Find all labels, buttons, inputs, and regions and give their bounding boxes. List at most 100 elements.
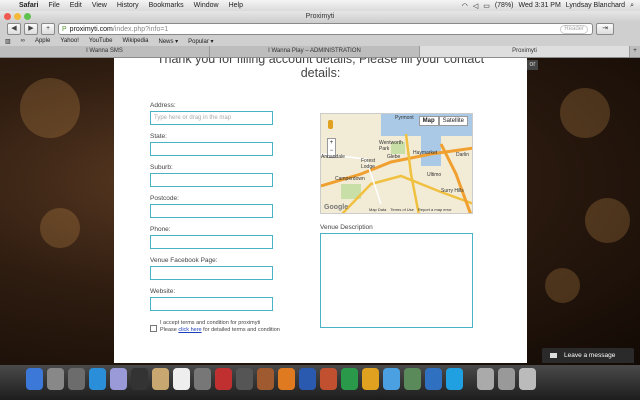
- map-label: Forest Lodge: [361, 158, 376, 170]
- calendar-icon[interactable]: [173, 368, 190, 390]
- downloader-icon[interactable]: [404, 368, 421, 390]
- tab-proximyti[interactable]: Proximyti: [420, 46, 630, 57]
- reading-list-icon[interactable]: ∞: [16, 38, 30, 44]
- documents-folder-icon[interactable]: [498, 368, 515, 390]
- venue-description-textarea[interactable]: [320, 233, 473, 328]
- map-type-map-button[interactable]: Map: [418, 116, 439, 126]
- itunes-icon[interactable]: [446, 368, 463, 390]
- menu-view[interactable]: View: [87, 2, 112, 9]
- mail-app-icon[interactable]: [110, 368, 127, 390]
- safari-icon[interactable]: [89, 368, 106, 390]
- launchpad-icon[interactable]: [47, 368, 64, 390]
- terms-details-text: Please click here for detailed terms and…: [160, 327, 280, 334]
- facebook-label: Venue Facebook Page:: [150, 257, 218, 264]
- terms-of-use-link[interactable]: Terms of Use: [390, 207, 414, 212]
- bookmark-youtube[interactable]: YouTube: [84, 38, 118, 44]
- google-logo: Google: [324, 204, 349, 211]
- accept-terms-checkbox[interactable]: [150, 325, 157, 332]
- map-data-link[interactable]: Map Data: [369, 207, 386, 212]
- contacts-icon[interactable]: [152, 368, 169, 390]
- outlook-icon[interactable]: [362, 368, 379, 390]
- address-input[interactable]: Type here or drag in the map: [150, 111, 273, 125]
- notes-icon[interactable]: [194, 368, 211, 390]
- spotlight-icon[interactable]: ⌕: [630, 2, 634, 10]
- trash-icon[interactable]: [519, 368, 536, 390]
- zoom-window-icon[interactable]: [24, 13, 31, 20]
- system-preferences-icon[interactable]: [68, 368, 85, 390]
- terms-suffix: for detailed terms and condition: [201, 327, 280, 333]
- iphoto-icon[interactable]: [257, 368, 274, 390]
- suburb-label: Suburb:: [150, 164, 173, 171]
- close-window-icon[interactable]: [4, 13, 11, 20]
- menu-app-safari[interactable]: Safari: [14, 2, 43, 9]
- facebook-input[interactable]: [150, 266, 273, 280]
- site-icon: P: [62, 25, 67, 33]
- minimize-window-icon[interactable]: [14, 13, 21, 20]
- report-map-error-link[interactable]: Report a map error: [418, 207, 452, 212]
- back-button[interactable]: ◀: [7, 23, 21, 35]
- help-icon[interactable]: [236, 368, 253, 390]
- chat-widget[interactable]: Leave a message: [542, 348, 634, 363]
- downloads-folder-icon[interactable]: [477, 368, 494, 390]
- forward-button[interactable]: ▶: [24, 23, 38, 35]
- new-tab-button[interactable]: +: [630, 46, 640, 57]
- map-label: Haymarket: [413, 150, 438, 156]
- map-label: Wentworth Park: [379, 140, 403, 152]
- bookmarks-icon[interactable]: ▥: [0, 38, 16, 45]
- menu-file[interactable]: File: [43, 2, 64, 9]
- street-view-pegman-icon[interactable]: [328, 120, 333, 129]
- app-store-icon[interactable]: [425, 368, 442, 390]
- menu-user[interactable]: Lyndsay Blanchard: [566, 2, 625, 9]
- powerpoint-icon[interactable]: [320, 368, 337, 390]
- battery-icon[interactable]: ▭: [483, 2, 490, 10]
- share-button[interactable]: ⇥: [596, 23, 614, 35]
- modal-close-button[interactable]: or: [527, 60, 538, 70]
- menu-window[interactable]: Window: [189, 2, 224, 9]
- website-input[interactable]: [150, 297, 273, 311]
- bookmark-apple[interactable]: Apple: [30, 38, 55, 44]
- menu-history[interactable]: History: [112, 2, 144, 9]
- tab-bar: I Wanna SMS I Wanna Play – ADMINISTRATIO…: [0, 46, 640, 58]
- photo-booth-icon[interactable]: [215, 368, 232, 390]
- terms-link[interactable]: click here: [178, 327, 201, 333]
- dock-icons: [26, 368, 536, 390]
- tab-i-wanna-sms[interactable]: I Wanna SMS: [0, 46, 210, 57]
- map-type-toggle: Map Satellite: [418, 116, 468, 126]
- add-bookmark-button[interactable]: +: [41, 23, 55, 35]
- bookmark-wikipedia[interactable]: Wikipedia: [117, 38, 153, 44]
- phone-input[interactable]: [150, 235, 273, 249]
- vlc-icon[interactable]: [278, 368, 295, 390]
- reader-button[interactable]: Reader: [560, 24, 588, 34]
- contact-details-modal: Thank you for filling account details, P…: [114, 58, 527, 363]
- state-input[interactable]: [150, 142, 273, 156]
- excel-icon[interactable]: [341, 368, 358, 390]
- state-label: State:: [150, 133, 167, 140]
- postcode-input[interactable]: [150, 204, 273, 218]
- word-icon[interactable]: [299, 368, 316, 390]
- bookmark-news[interactable]: News ▾: [153, 38, 183, 45]
- quicktime-icon[interactable]: [131, 368, 148, 390]
- menu-help[interactable]: Help: [224, 2, 248, 9]
- messages-icon[interactable]: [383, 368, 400, 390]
- tab-administration[interactable]: I Wanna Play – ADMINISTRATION: [210, 46, 420, 57]
- wifi-icon[interactable]: ◠: [462, 2, 468, 10]
- mail-icon: [550, 353, 557, 358]
- menu-bookmarks[interactable]: Bookmarks: [144, 2, 189, 9]
- terms-prefix: Please: [160, 327, 179, 333]
- bookmark-yahoo[interactable]: Yahoo!: [55, 38, 84, 44]
- background-light: [40, 208, 80, 248]
- background-light: [585, 198, 630, 243]
- map-label: Annandale: [321, 154, 345, 160]
- map-type-satellite-button[interactable]: Satellite: [438, 116, 468, 126]
- url-path: /index.php?info=1: [112, 25, 169, 33]
- menu-clock[interactable]: Wed 3:31 PM: [519, 2, 561, 9]
- bookmark-popular[interactable]: Popular ▾: [183, 38, 218, 45]
- finder-icon[interactable]: [26, 368, 43, 390]
- volume-icon[interactable]: ◁: [473, 2, 478, 10]
- address-bar[interactable]: P proximyti.com /index.php?info=1 Reader: [58, 23, 593, 35]
- dock: [0, 365, 640, 400]
- venue-map[interactable]: + − Map Satellite Pyrmont Wentworth Park …: [320, 113, 473, 214]
- phone-label: Phone:: [150, 226, 171, 233]
- suburb-input[interactable]: [150, 173, 273, 187]
- menu-edit[interactable]: Edit: [65, 2, 87, 9]
